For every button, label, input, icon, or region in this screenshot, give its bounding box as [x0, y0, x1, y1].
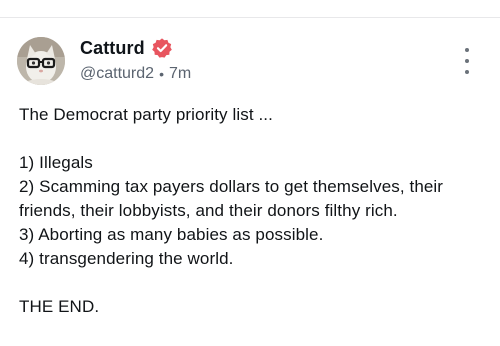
- list-item: 2) Scamming tax payers dollars to get th…: [19, 177, 444, 220]
- post-header: Catturd @catturd2 • 7m: [80, 36, 440, 83]
- meta-separator: •: [159, 66, 164, 82]
- list-item: 3) Aborting as many babies as possible.: [19, 225, 324, 244]
- post-closing: THE END.: [19, 297, 100, 316]
- more-dot: [465, 48, 469, 52]
- post-intro: The Democrat party priority list ...: [19, 105, 273, 124]
- verified-badge-icon: [151, 37, 173, 59]
- author-handle[interactable]: @catturd2: [80, 65, 154, 83]
- more-vertical-icon[interactable]: [458, 48, 476, 74]
- more-dot: [465, 59, 469, 63]
- author-display-name[interactable]: Catturd: [80, 38, 145, 59]
- post-body: The Democrat party priority list ... 1) …: [19, 103, 489, 319]
- avatar[interactable]: [17, 37, 65, 85]
- top-divider: [0, 17, 500, 18]
- cat-avatar-icon: [17, 37, 65, 85]
- name-row: Catturd: [80, 36, 440, 60]
- list-item: 4) transgendering the world.: [19, 249, 234, 268]
- meta-row: @catturd2 • 7m: [80, 65, 440, 83]
- more-dot: [465, 70, 469, 74]
- list-item: 1) Illegals: [19, 153, 93, 172]
- post-timestamp[interactable]: 7m: [169, 65, 191, 83]
